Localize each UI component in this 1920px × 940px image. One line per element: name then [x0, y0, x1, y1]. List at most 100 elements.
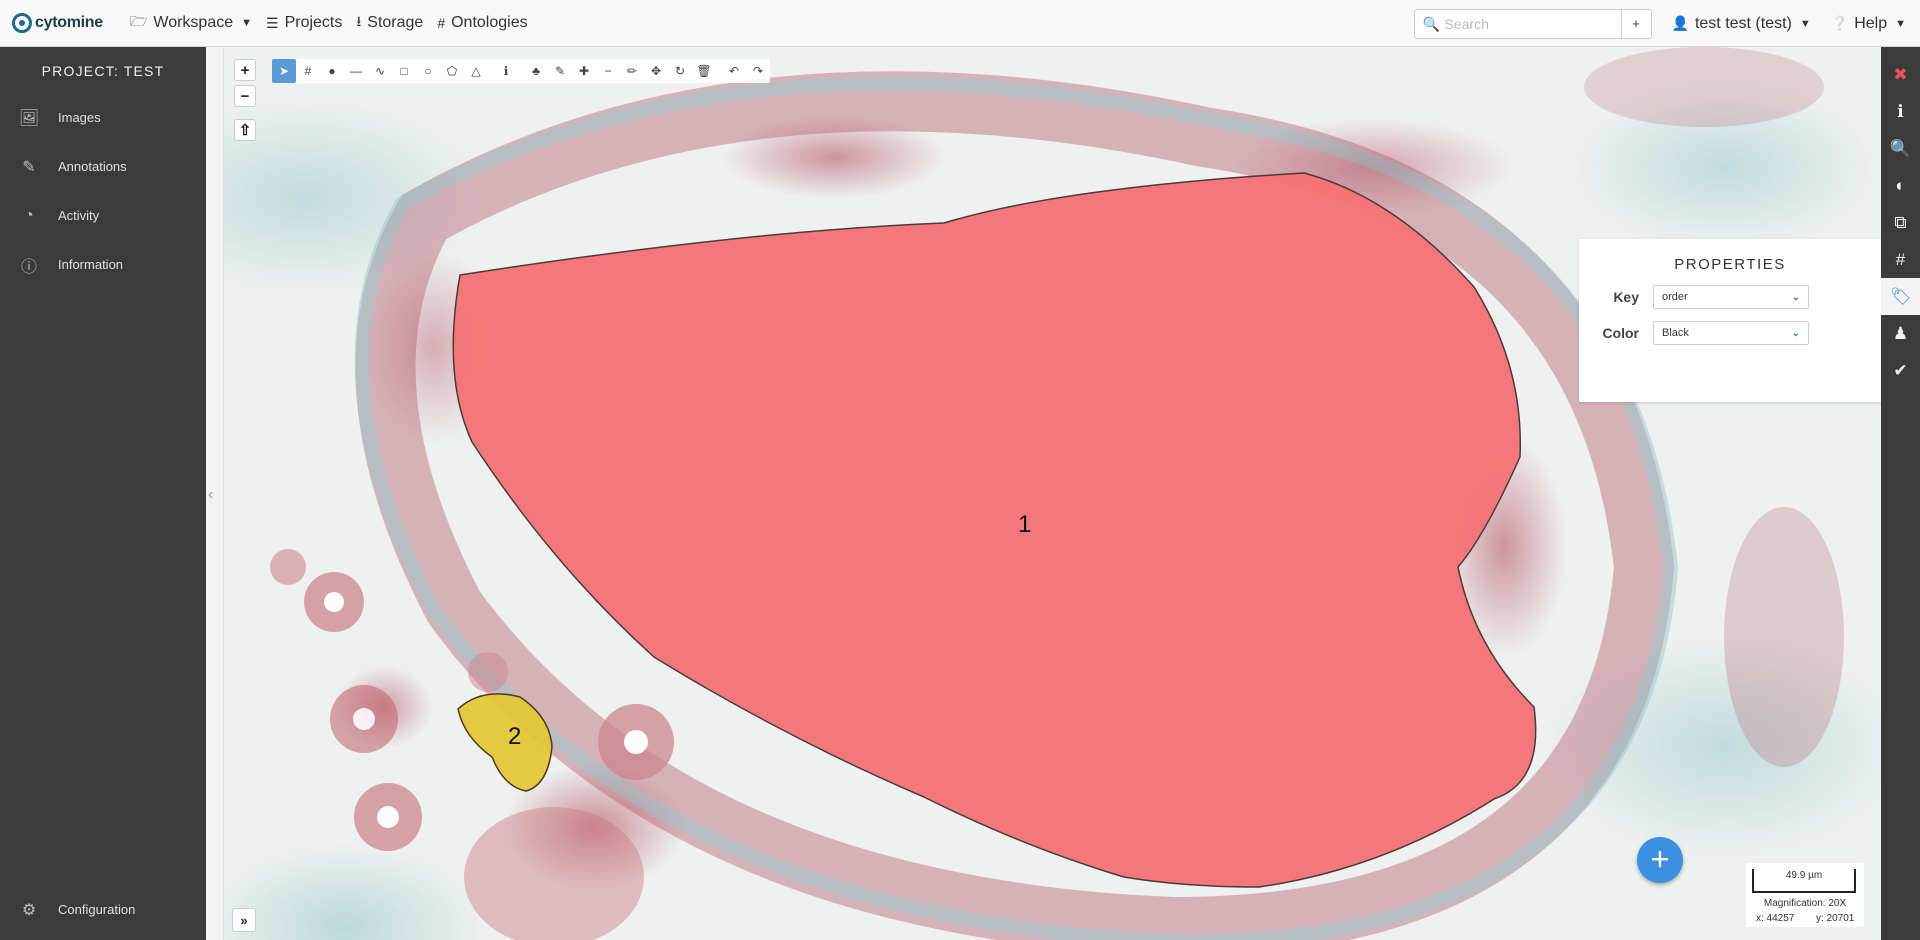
color-label: Color	[1602, 325, 1639, 341]
chevron-down-icon: ⌄	[1791, 291, 1800, 303]
search-input[interactable]	[1414, 9, 1621, 38]
sidebar-item-annotations[interactable]: ✎ Annotations	[0, 142, 206, 191]
folder-open-icon: 🗁	[130, 13, 148, 29]
check-circle-icon[interactable]: ✔	[1881, 352, 1920, 389]
right-panel: ✖ ℹ 🔍 ◐ ⧉ # 🏷 ♟ ✔	[1881, 47, 1920, 940]
nav-storage-label: Storage	[367, 14, 424, 31]
coordinate-x: x: 44257	[1756, 913, 1795, 924]
move-tool-icon[interactable]: ✥	[644, 59, 668, 83]
reset-rotation-button[interactable]: ⇧	[234, 119, 256, 141]
expand-panel-button[interactable]: »	[232, 908, 256, 932]
info-icon[interactable]: ℹ	[1881, 93, 1920, 130]
undo-icon[interactable]: ↶	[722, 59, 746, 83]
sidebar-item-label: Images	[58, 110, 101, 125]
annotation-label-2: 2	[508, 723, 522, 750]
user-name: test test (test)	[1694, 14, 1792, 32]
zoom-in-button[interactable]: +	[234, 59, 256, 81]
sidebar-item-images[interactable]: 🖼 Images	[0, 93, 206, 142]
scale-bar: 49.9 µm	[1752, 869, 1856, 893]
properties-color-row: Color Black ⌄	[1579, 321, 1881, 345]
color-select[interactable]: Black ⌄	[1653, 321, 1809, 345]
top-navbar: cytomine 🗁 Workspace ▼ ☰ Projects ⭳ Stor…	[0, 0, 1920, 47]
rectangle-tool-icon[interactable]: □	[392, 59, 416, 83]
list-icon: ☰	[266, 14, 279, 31]
user-menu[interactable]: 👤 test test (test) ▼	[1672, 15, 1811, 33]
street-view-icon[interactable]: ♟	[1881, 315, 1920, 352]
question-circle-icon: ❔	[1830, 15, 1849, 31]
select-tool-icon[interactable]: ➤	[272, 59, 296, 83]
nav-ontologies[interactable]: # Ontologies	[437, 0, 527, 47]
correct-add-tool-icon[interactable]: ✚	[572, 59, 596, 83]
hashtag-icon[interactable]: #	[1881, 241, 1920, 278]
circle-tool-icon[interactable]: ○	[416, 59, 440, 83]
sidebar-item-label: Information	[58, 257, 124, 272]
sidebar-item-configuration[interactable]: ⚙ Configuration	[0, 885, 206, 934]
freehand-line-tool-icon[interactable]: ∿	[368, 59, 392, 83]
correct-remove-tool-icon[interactable]: −	[596, 59, 620, 83]
nav-storage[interactable]: ⭳ Storage	[356, 0, 423, 47]
nav-workspace[interactable]: 🗁 Workspace ▼	[130, 0, 252, 47]
brand-logo[interactable]: cytomine	[12, 13, 116, 33]
user-icon: 👤	[1671, 15, 1689, 31]
edit-tool-icon[interactable]: ✎	[548, 59, 572, 83]
drawing-toolbar: ➤ # ● — ∿ □ ○ ⬠ △ ℹ ♣ ✎ ✚ − ✏ ✥ ↻ 🗑 ↶ ↷	[272, 59, 770, 83]
navbar-right: 🔍 + 👤 test test (test) ▼ ❔ Help ▼	[1413, 0, 1920, 47]
hashtag-icon: #	[437, 15, 446, 31]
project-sidebar: PROJECT: TEST 🖼 Images ✎ Annotations ◔ A…	[0, 47, 206, 940]
sidebar-item-information[interactable]: ⓘ Information	[0, 240, 206, 289]
line-tool-icon[interactable]: —	[344, 59, 368, 83]
tag-icon[interactable]: 🏷	[1881, 278, 1920, 315]
adjust-icon[interactable]: ◐	[1881, 167, 1920, 204]
properties-panel: PROPERTIES Key order ⌄ Color Black ⌄	[1579, 239, 1881, 402]
copy-icon[interactable]: ⧉	[1881, 204, 1920, 241]
info-circle-icon: ⓘ	[20, 258, 37, 276]
search-box: 🔍	[1413, 8, 1622, 39]
nav-projects[interactable]: ☰ Projects	[266, 0, 342, 47]
magnification-text: Magnification: 20X	[1763, 898, 1847, 909]
modify-tool-icon[interactable]: ✏	[620, 59, 644, 83]
help-menu[interactable]: ❔ Help ▼	[1831, 15, 1906, 33]
nav-workspace-label: Workspace	[153, 14, 234, 31]
info-tool-icon[interactable]: ℹ	[494, 59, 518, 83]
properties-title: PROPERTIES	[1674, 256, 1786, 273]
delete-tool-icon[interactable]: 🗑	[692, 59, 716, 83]
cogs-icon: ⚙	[21, 901, 37, 919]
chevron-left-icon[interactable]: ‹	[208, 486, 213, 504]
freehand-polygon-tool-icon[interactable]: △	[464, 59, 488, 83]
key-select-value: order	[1662, 291, 1688, 303]
hashtag-tool-icon[interactable]: #	[296, 59, 320, 83]
sidebar-item-activity[interactable]: ◔ Activity	[0, 191, 206, 240]
sidebar-menu: 🖼 Images ✎ Annotations ◔ Activity ⓘ Info…	[0, 93, 206, 289]
chevron-down-icon: ▼	[1895, 17, 1906, 30]
annotation-label-1: 1	[1018, 511, 1032, 538]
key-select[interactable]: order ⌄	[1653, 285, 1809, 309]
rotate-tool-icon[interactable]: ↻	[668, 59, 692, 83]
sidebar-item-label: Activity	[58, 208, 100, 223]
point-tool-icon[interactable]: ●	[320, 59, 344, 83]
sidebar-item-label: Configuration	[58, 902, 136, 917]
help-label: Help	[1854, 14, 1888, 32]
close-icon[interactable]: ✖	[1881, 56, 1920, 93]
fill-tool-icon[interactable]: ♣	[524, 59, 548, 83]
sidebar-item-label: Annotations	[58, 159, 127, 174]
nav-ontologies-label: Ontologies	[451, 14, 528, 31]
key-label: Key	[1613, 289, 1639, 305]
cytomine-logo-icon	[12, 13, 32, 33]
polygon-tool-icon[interactable]: ⬠	[440, 59, 464, 83]
image-viewer[interactable]: 1 2 + − ⇧ ➤ # ● — ∿ □ ○ ⬠ △ ℹ ♣ ✎ ✚ − ✏ …	[224, 47, 1881, 940]
annotation-layer	[270, 47, 1844, 940]
coordinate-y: y: 20701	[1816, 913, 1855, 924]
chevron-down-icon: ⌄	[1791, 327, 1800, 339]
brand-name: cytomine	[35, 14, 103, 31]
add-button[interactable]: +	[1637, 837, 1683, 883]
search-add-button[interactable]: +	[1621, 8, 1652, 39]
search-icon[interactable]: 🔍	[1881, 130, 1920, 167]
scale-line: 49.9 µm Magnification: 20X x: 44257 y: 2…	[1746, 863, 1864, 927]
redo-icon[interactable]: ↷	[746, 59, 770, 83]
nav-projects-label: Projects	[284, 14, 343, 31]
zoom-out-button[interactable]: −	[234, 85, 256, 107]
dashboard-icon: ◔	[24, 206, 34, 224]
properties-key-row: Key order ⌄	[1579, 285, 1881, 309]
chevron-down-icon: ▼	[241, 17, 252, 29]
chevron-down-icon: ▼	[1799, 17, 1811, 30]
